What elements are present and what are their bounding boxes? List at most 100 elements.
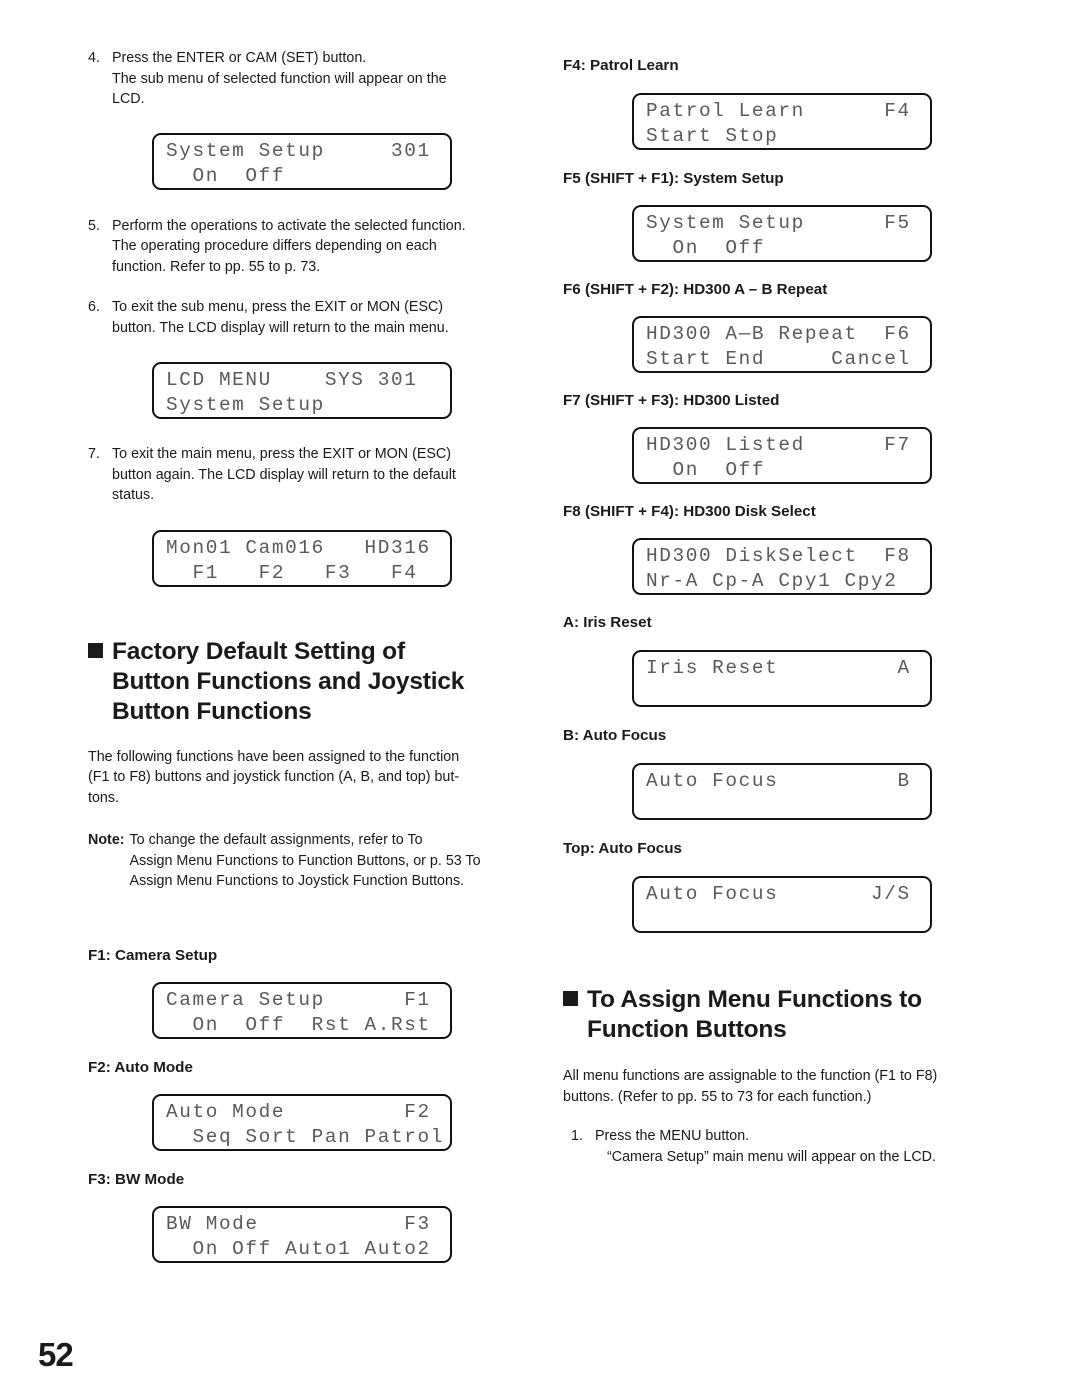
page-number: 52 xyxy=(38,1336,74,1373)
square-bullet-icon xyxy=(88,642,103,658)
lcd-line-2: Nr-A Cp-A Cpy1 Cpy2 xyxy=(646,570,898,592)
lcd-display-f5-system-setup: System Setup F5 On Off xyxy=(632,205,932,262)
lcd-display-default-status-wrapper: Mon01 Cam016 HD316 F1 F2 F3 F4 xyxy=(152,529,530,587)
step-4: 4. Press the ENTER or CAM (SET) button. … xyxy=(88,48,530,110)
heading-factory-default: Factory Default Setting of Button Functi… xyxy=(88,637,530,727)
lcd-display-f3-wrapper: BW Mode F3 On Off Auto1 Auto2 xyxy=(152,1205,530,1263)
square-bullet-icon xyxy=(563,991,578,1006)
lcd-line-1: Camera Setup F1 xyxy=(166,988,431,1011)
lcd-display-f5-wrapper: System Setup F5 On Off xyxy=(632,205,993,262)
heading-factory-default-line-3: Button Functions xyxy=(112,697,312,725)
manual-page: 4. Press the ENTER or CAM (SET) button. … xyxy=(0,0,1080,1399)
step-7-line-2: button again. The LCD display will retur… xyxy=(112,466,456,483)
heading-assign-line-2: Function Buttons xyxy=(587,1016,787,1043)
lcd-line-1: Auto Focus B xyxy=(646,770,911,792)
lcd-line-1: Auto Focus J/S xyxy=(646,883,911,905)
lcd-display-f7-wrapper: HD300 Listed F7 On Off xyxy=(632,427,993,484)
lcd-display-main-menu: LCD MENU SYS 301 System Setup xyxy=(152,362,452,419)
step-6-text: To exit the sub menu, press the EXIT or … xyxy=(112,297,530,338)
lcd-line-1: Iris Reset A xyxy=(646,657,911,679)
step-7-line-1: To exit the main menu, press the EXIT or… xyxy=(112,446,452,462)
lcd-display-system-setup-301-wrapper: System Setup 301 On Off xyxy=(152,132,530,190)
assign-paragraph-line-1: All menu functions are assignable to the… xyxy=(563,1068,938,1084)
lcd-display-f2-auto-mode: Auto Mode F2 Seq Sort Pan Patrol xyxy=(152,1093,452,1151)
step-7: 7. To exit the main menu, press the EXIT… xyxy=(88,444,530,506)
intro-paragraph-line-3: tons. xyxy=(88,789,119,806)
note-line-1: To change the default assignments, refer… xyxy=(129,832,423,848)
step-6-line-2: button. The LCD display will return to t… xyxy=(112,319,449,336)
lcd-display-f3-bw-mode: BW Mode F3 On Off Auto1 Auto2 xyxy=(152,1205,452,1263)
lcd-line-2: On Off Rst A.Rst xyxy=(166,1013,431,1036)
heading-factory-default-line-2: Button Functions and Joystick xyxy=(112,667,465,695)
step-7-text: To exit the main menu, press the EXIT or… xyxy=(112,444,530,506)
assign-step-1-text: Press the MENU button. “Camera Setup” ma… xyxy=(595,1126,993,1167)
intro-paragraph: The following functions have been assign… xyxy=(88,747,530,809)
assign-step-1-line-1: Press the MENU button. xyxy=(595,1128,750,1144)
heading-factory-default-line-1: Factory Default Setting of xyxy=(112,637,405,665)
lcd-line-2: Seq Sort Pan Patrol xyxy=(166,1125,444,1148)
step-5-number: 5. xyxy=(88,217,100,234)
lcd-display-f4-patrol-learn: Patrol Learn F4 Start Stop xyxy=(632,93,932,150)
subheading-f2: F2: Auto Mode xyxy=(88,1058,193,1076)
lcd-line-2: On Off xyxy=(646,459,766,481)
lcd-display-joystick-b-auto-focus: Auto Focus B xyxy=(632,763,932,820)
lcd-display-f8-hd300-disk-select: HD300 DiskSelect F8 Nr-A Cp-A Cpy1 Cpy2 xyxy=(632,538,932,595)
step-4-text: Press the ENTER or CAM (SET) button. The… xyxy=(112,48,530,110)
subheading-f5: F5 (SHIFT + F1): System Setup xyxy=(563,170,784,187)
lcd-display-f7-hd300-listed: HD300 Listed F7 On Off xyxy=(632,427,932,484)
subheading-joystick-top: Top: Auto Focus xyxy=(563,840,682,857)
step-7-line-3: status. xyxy=(112,487,155,503)
lcd-display-f8-wrapper: HD300 DiskSelect F8 Nr-A Cp-A Cpy1 Cpy2 xyxy=(632,538,993,595)
subheading-f1: F1: Camera Setup xyxy=(88,946,218,964)
intro-paragraph-line-1: The following functions have been assign… xyxy=(88,748,460,765)
heading-assign-menu-functions: To Assign Menu Functions to Function But… xyxy=(563,985,993,1045)
assign-step-1: 1. Press the MENU button. “Camera Setup”… xyxy=(563,1126,993,1167)
note-line-3: Assign Menu Functions to Joystick Functi… xyxy=(129,873,465,889)
lcd-line-1: System Setup 301 xyxy=(166,139,431,162)
note-label: Note: xyxy=(88,832,125,848)
subheading-f6: F6 (SHIFT + F2): HD300 A – B Repeat xyxy=(563,281,828,298)
step-5-line-1: Perform the operations to activate the s… xyxy=(112,217,466,234)
lcd-display-f1-camera-setup: Camera Setup F1 On Off Rst A.Rst xyxy=(152,981,452,1039)
lcd-line-2: Start End Cancel xyxy=(646,348,911,370)
lcd-line-2: System Setup xyxy=(166,394,325,416)
subheading-f8: F8 (SHIFT + F4): HD300 Disk Select xyxy=(563,503,816,520)
lcd-line-1: BW Mode F3 xyxy=(166,1212,431,1235)
step-6-line-1: To exit the sub menu, press the EXIT or … xyxy=(112,299,444,315)
step-5-line-3: function. Refer to pp. 55 to p. 73. xyxy=(112,258,321,275)
lcd-line-2: On Off Auto1 Auto2 xyxy=(166,1237,431,1260)
note-line-2: Assign Menu Functions to Function Button… xyxy=(129,852,481,869)
lcd-line-1: Patrol Learn F4 xyxy=(646,100,911,122)
left-column: 4. Press the ENTER or CAM (SET) button. … xyxy=(88,48,530,1263)
assign-paragraph-line-2: buttons. (Refer to pp. 55 to 73 for each… xyxy=(563,1088,872,1105)
lcd-line-1: Auto Mode F2 xyxy=(166,1100,431,1123)
lcd-display-joystick-top-wrapper: Auto Focus J/S xyxy=(632,876,993,933)
step-7-number: 7. xyxy=(88,446,100,462)
lcd-line-1: System Setup F5 xyxy=(646,212,911,234)
lcd-display-joystick-a-iris-reset: Iris Reset A xyxy=(632,650,932,707)
step-6-number: 6. xyxy=(88,299,100,315)
lcd-display-f6-hd300-ab-repeat: HD300 A—B Repeat F6 Start End Cancel xyxy=(632,316,932,373)
subheading-f4: F4: Patrol Learn xyxy=(563,57,679,74)
lcd-display-joystick-top-auto-focus: Auto Focus J/S xyxy=(632,876,932,933)
lcd-display-joystick-b-wrapper: Auto Focus B xyxy=(632,763,993,820)
intro-paragraph-line-2: (F1 to F8) buttons and joystick function… xyxy=(88,769,460,785)
step-4-line-2: The sub menu of selected function will a… xyxy=(112,70,447,87)
lcd-line-2: On Off xyxy=(646,237,766,259)
heading-assign-line-1: To Assign Menu Functions to xyxy=(587,986,922,1013)
step-4-line-3: LCD. xyxy=(112,91,145,107)
lcd-display-f1-wrapper: Camera Setup F1 On Off Rst A.Rst xyxy=(152,981,530,1039)
step-5-line-2: The operating procedure differs dependin… xyxy=(112,238,437,254)
assign-step-1-number: 1. xyxy=(571,1128,583,1144)
lcd-line-1: Mon01 Cam016 HD316 xyxy=(166,536,431,559)
lcd-display-f6-wrapper: HD300 A—B Repeat F6 Start End Cancel xyxy=(632,316,993,373)
subheading-joystick-a: A: Iris Reset xyxy=(563,614,652,631)
subheading-f3: F3: BW Mode xyxy=(88,1170,185,1188)
lcd-line-2: Start Stop xyxy=(646,125,779,147)
lcd-line-1: LCD MENU SYS 301 xyxy=(166,369,418,391)
lcd-display-main-menu-wrapper: LCD MENU SYS 301 System Setup xyxy=(152,362,530,419)
step-5: 5. Perform the operations to activate th… xyxy=(88,216,530,278)
lcd-display-f4-wrapper: Patrol Learn F4 Start Stop xyxy=(632,93,993,150)
step-5-text: Perform the operations to activate the s… xyxy=(112,216,530,278)
lcd-display-default-status: Mon01 Cam016 HD316 F1 F2 F3 F4 xyxy=(152,529,452,587)
